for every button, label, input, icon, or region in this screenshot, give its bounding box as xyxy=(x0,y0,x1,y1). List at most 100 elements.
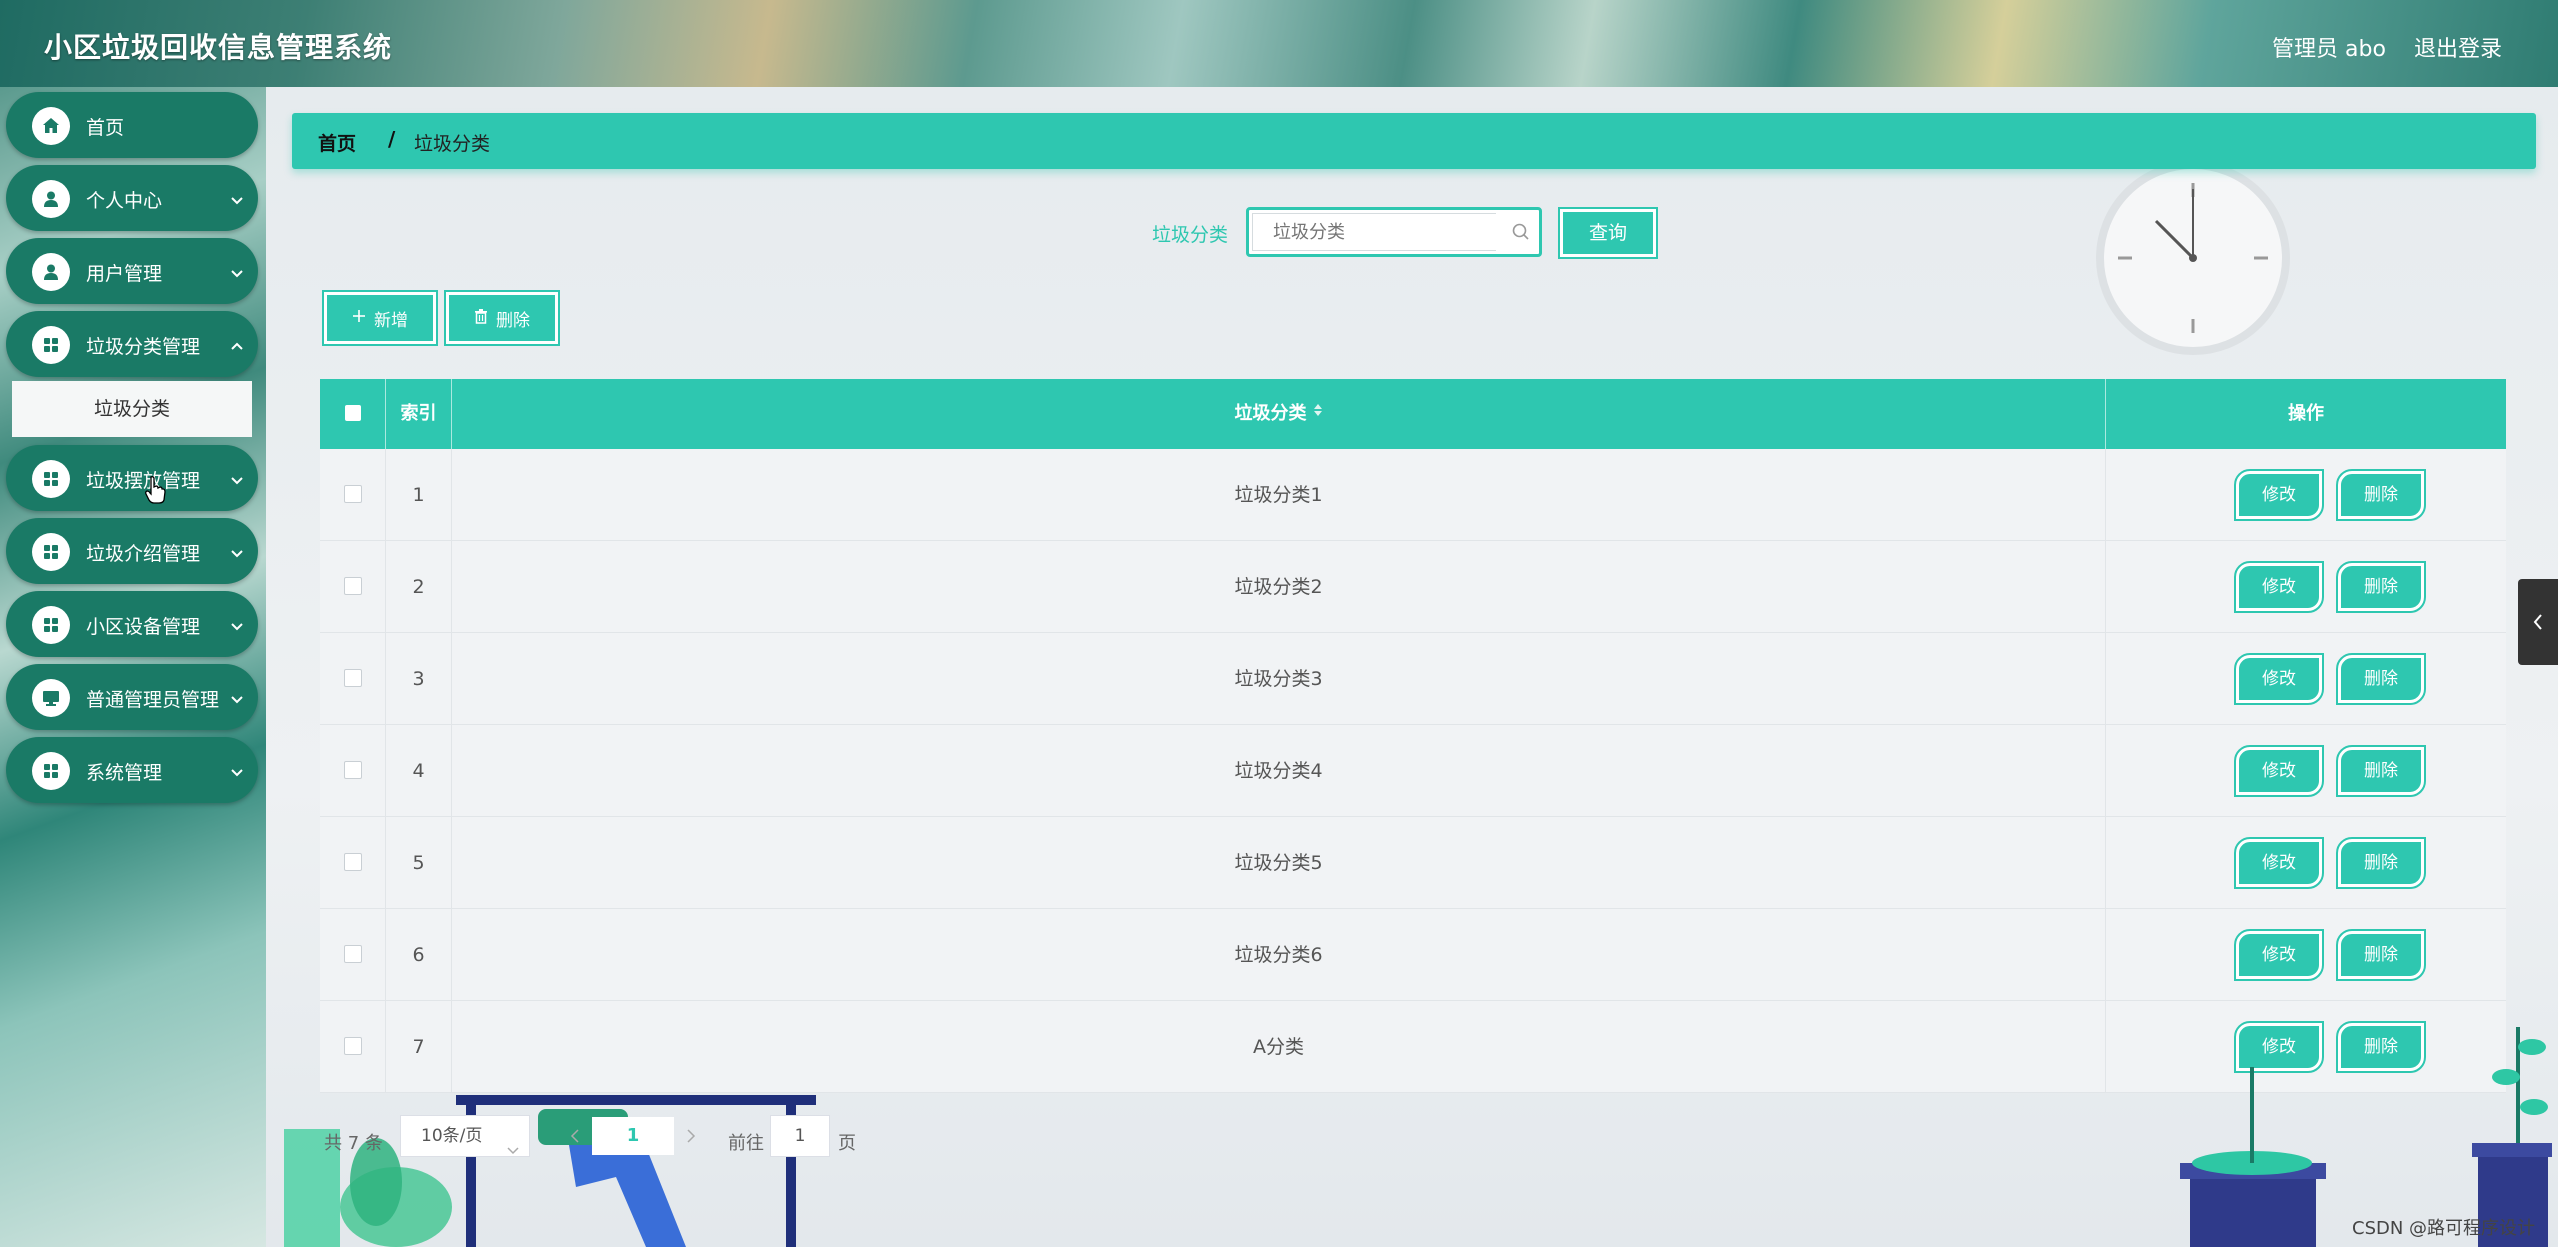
sidebar-item-profile[interactable]: 个人中心 xyxy=(6,165,258,231)
app-title: 小区垃圾回收信息管理系统 xyxy=(44,31,393,64)
pagination-goto-label: 前往 xyxy=(728,1133,764,1154)
row-actions: 修改 删除 xyxy=(2106,541,2506,633)
delete-button[interactable]: 删除 xyxy=(2336,745,2426,797)
home-icon xyxy=(32,107,70,145)
chevron-up-icon xyxy=(230,337,244,356)
side-collapse-tab[interactable] xyxy=(2518,579,2558,665)
add-button[interactable]: 新增 xyxy=(322,290,438,346)
table-row: 4 垃圾分类4 修改 删除 xyxy=(320,725,2506,817)
sidebar-item-home[interactable]: 首页 xyxy=(6,92,258,158)
row-index: 2 xyxy=(386,541,452,633)
sidebar-item-category-management[interactable]: 垃圾分类管理 xyxy=(6,311,258,377)
row-check-cell xyxy=(320,633,386,725)
watermark-text: CSDN @路可程序设计 xyxy=(2352,1218,2536,1239)
batch-delete-button[interactable]: 删除 xyxy=(444,290,560,346)
main-content: 首页 / 垃圾分类 垃圾分类 查询 新增 删除 索引 垃圾分类 操作 xyxy=(266,87,2558,1247)
row-checkbox[interactable] xyxy=(343,485,362,503)
submenu-item-category[interactable]: 垃圾分类 xyxy=(12,381,252,437)
sidebar-item-label: 首页 xyxy=(86,117,125,139)
row-checkbox[interactable] xyxy=(343,761,362,779)
sidebar-item-label: 垃圾摆放管理 xyxy=(86,470,201,492)
row-check-cell xyxy=(320,817,386,909)
row-checkbox[interactable] xyxy=(343,945,362,963)
breadcrumb-current: 垃圾分类 xyxy=(414,133,491,155)
chevron-left-icon xyxy=(2533,614,2542,630)
edit-button[interactable]: 修改 xyxy=(2234,653,2324,705)
page-size-value: 10条/页 xyxy=(421,1126,483,1146)
row-category: 垃圾分类2 xyxy=(452,541,2106,633)
row-checkbox[interactable] xyxy=(343,1037,362,1055)
row-check-cell xyxy=(320,909,386,1001)
delete-button[interactable]: 删除 xyxy=(2336,561,2426,613)
sidebar-item-placement-management[interactable]: 垃圾摆放管理 xyxy=(6,445,258,511)
breadcrumb-home[interactable]: 首页 xyxy=(318,129,356,156)
add-button-label: 新增 xyxy=(374,310,408,331)
row-checkbox[interactable] xyxy=(343,577,362,595)
grid-icon xyxy=(32,533,70,571)
table-row: 1 垃圾分类1 修改 删除 xyxy=(320,449,2506,541)
row-index: 5 xyxy=(386,817,452,909)
breadcrumb-separator: / xyxy=(388,127,396,151)
sidebar-item-label: 系统管理 xyxy=(86,762,163,784)
chevron-right-icon xyxy=(687,1129,696,1143)
row-checkbox[interactable] xyxy=(343,853,362,871)
row-check-cell xyxy=(320,725,386,817)
row-index: 4 xyxy=(386,725,452,817)
scenery-left-decoration xyxy=(284,1095,816,1247)
user-icon xyxy=(32,253,70,291)
page-jump-input[interactable]: 1 xyxy=(770,1115,830,1157)
chevron-down-icon xyxy=(230,763,244,782)
column-header-category[interactable]: 垃圾分类 xyxy=(452,379,2106,449)
pagination-total: 共 7 条 xyxy=(324,1133,383,1154)
row-category: 垃圾分类1 xyxy=(452,449,2106,541)
sidebar-item-label: 用户管理 xyxy=(86,263,163,285)
next-page-button[interactable] xyxy=(674,1117,708,1155)
chevron-down-icon xyxy=(230,264,244,283)
delete-button[interactable]: 删除 xyxy=(2336,837,2426,889)
sidebar-item-label: 垃圾分类管理 xyxy=(86,336,201,358)
row-index: 7 xyxy=(386,1001,452,1093)
edit-button[interactable]: 修改 xyxy=(2234,745,2324,797)
column-header-actions: 操作 xyxy=(2288,403,2324,424)
page-size-select[interactable]: 10条/页 xyxy=(400,1115,530,1157)
chevron-down-icon xyxy=(230,471,244,490)
query-button[interactable]: 查询 xyxy=(1558,207,1658,259)
sidebar-item-users[interactable]: 用户管理 xyxy=(6,238,258,304)
delete-button[interactable]: 删除 xyxy=(2336,653,2426,705)
hand-cursor-icon xyxy=(145,476,166,504)
select-all-checkbox[interactable] xyxy=(344,404,361,421)
row-category: 垃圾分类4 xyxy=(452,725,2106,817)
prev-page-button[interactable] xyxy=(558,1117,592,1155)
row-category: A分类 xyxy=(452,1001,2106,1093)
table-row: 3 垃圾分类3 修改 删除 xyxy=(320,633,2506,725)
chevron-down-icon xyxy=(507,1130,519,1170)
grid-icon xyxy=(32,606,70,644)
sidebar-item-label: 小区设备管理 xyxy=(86,616,201,638)
admin-name: 管理员 abo xyxy=(2272,37,2386,62)
sidebar-item-system-management[interactable]: 系统管理 xyxy=(6,737,258,803)
search-box xyxy=(1246,207,1542,257)
row-check-cell xyxy=(320,449,386,541)
sidebar-item-admin-management[interactable]: 普通管理员管理 xyxy=(6,664,258,730)
chevron-down-icon xyxy=(230,617,244,636)
sidebar-item-label: 垃圾介绍管理 xyxy=(86,543,201,565)
grid-icon xyxy=(32,326,70,364)
search-label: 垃圾分类 xyxy=(1152,224,1229,246)
row-index: 3 xyxy=(386,633,452,725)
edit-button[interactable]: 修改 xyxy=(2234,837,2324,889)
row-checkbox[interactable] xyxy=(343,669,362,687)
edit-button[interactable]: 修改 xyxy=(2234,561,2324,613)
edit-button[interactable]: 修改 xyxy=(2234,469,2324,521)
monitor-icon xyxy=(32,679,70,717)
sidebar-item-intro-management[interactable]: 垃圾介绍管理 xyxy=(6,518,258,584)
search-input[interactable] xyxy=(1252,213,1496,251)
search-icon xyxy=(1511,222,1531,246)
sidebar-item-device-management[interactable]: 小区设备管理 xyxy=(6,591,258,657)
top-header: 小区垃圾回收信息管理系统 管理员 abo 退出登录 xyxy=(0,0,2558,87)
logout-link[interactable]: 退出登录 xyxy=(2414,31,2502,63)
sort-icon[interactable] xyxy=(1313,377,1323,447)
page-number-current[interactable]: 1 xyxy=(592,1117,674,1155)
row-check-cell xyxy=(320,541,386,633)
delete-button[interactable]: 删除 xyxy=(2336,469,2426,521)
row-actions: 修改 删除 xyxy=(2106,817,2506,909)
